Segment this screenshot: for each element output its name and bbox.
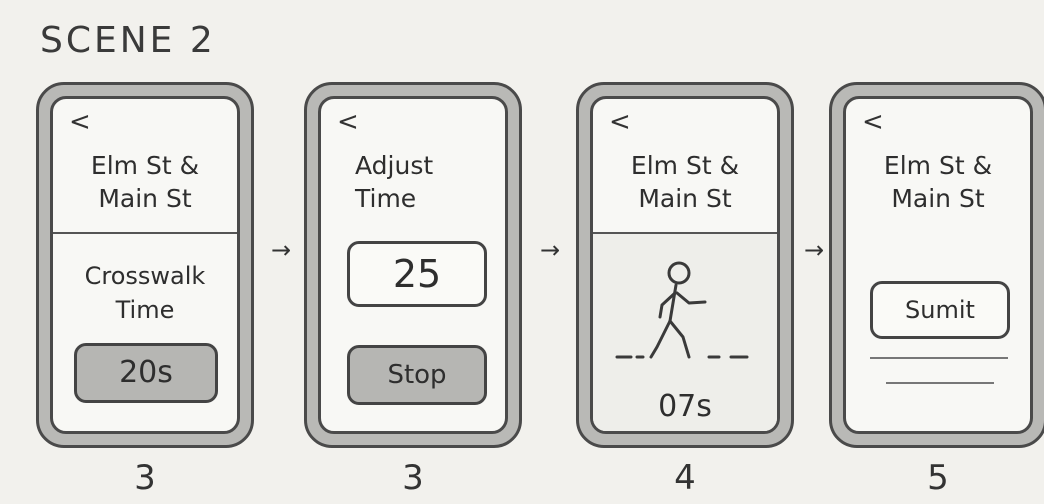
flow-arrow-1: → — [271, 236, 292, 264]
label-line-1: Crosswalk — [84, 262, 206, 290]
step-number-1: 3 — [134, 458, 156, 498]
location-line-2: Main St — [891, 184, 985, 213]
back-icon[interactable]: < — [862, 107, 884, 137]
label-line-2: Time — [115, 296, 175, 324]
screen-submit: < Elm St & Main St Sumit — [843, 96, 1033, 434]
flow-arrow-3: → — [804, 236, 825, 264]
step-number-4: 5 — [927, 458, 949, 498]
back-icon[interactable]: < — [609, 107, 631, 137]
location-line-1: Elm St & — [90, 151, 200, 180]
location-title: Elm St & Main St — [53, 149, 237, 215]
crosswalk-time-label: Crosswalk Time — [53, 259, 237, 327]
header-divider — [53, 232, 237, 234]
header-divider — [593, 232, 777, 234]
step-number-2: 3 — [402, 458, 424, 498]
screen-walking: < Elm St & Main St 07s — [590, 96, 780, 434]
location-line-2: Main St — [638, 184, 732, 213]
location-title: Elm St & Main St — [846, 149, 1030, 215]
submit-button[interactable]: Sumit — [870, 281, 1010, 339]
back-icon[interactable]: < — [69, 107, 91, 137]
pedestrian-walking-icon — [615, 261, 749, 359]
adjust-time-title: Adjust Time — [321, 149, 505, 215]
location-title: Elm St & Main St — [593, 149, 777, 215]
phone-frame-3: < Elm St & Main St 07s — [576, 82, 794, 448]
phone-frame-1: < Elm St & Main St Crosswalk Time 20s — [36, 82, 254, 448]
phone-frame-4: < Elm St & Main St Sumit — [829, 82, 1044, 448]
back-icon[interactable]: < — [337, 107, 359, 137]
title-line-2: Time — [355, 184, 417, 213]
flow-arrow-2: → — [540, 236, 561, 264]
phone-frame-2: < Adjust Time 25 Stop — [304, 82, 522, 448]
stop-button[interactable]: Stop — [347, 345, 487, 405]
scene-title: SCENE 2 — [40, 20, 216, 61]
screen-adjust-time: < Adjust Time 25 Stop — [318, 96, 508, 434]
location-line-2: Main St — [98, 184, 192, 213]
step-number-3: 4 — [674, 458, 696, 498]
placeholder-line-2 — [886, 382, 994, 384]
time-value-field[interactable]: 25 — [347, 241, 487, 307]
location-line-1: Elm St & — [630, 151, 740, 180]
crosswalk-time-button[interactable]: 20s — [74, 343, 218, 403]
location-line-1: Elm St & — [883, 151, 993, 180]
screen-crosswalk-time: < Elm St & Main St Crosswalk Time 20s — [50, 96, 240, 434]
title-line-1: Adjust — [355, 151, 434, 180]
countdown-timer: 07s — [658, 389, 712, 424]
placeholder-line-1 — [870, 357, 1008, 359]
